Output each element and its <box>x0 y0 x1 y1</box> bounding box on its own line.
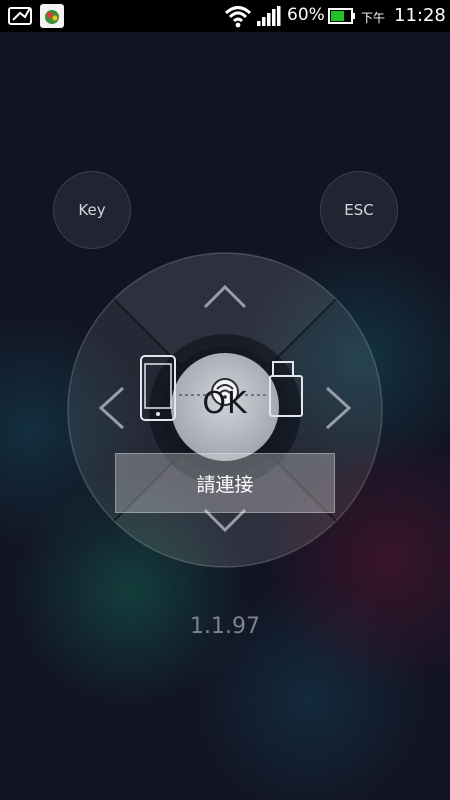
notification-app-icon <box>8 7 32 25</box>
connect-button[interactable]: 請連接 <box>115 453 335 513</box>
key-button-label: Key <box>78 201 106 219</box>
signal-icon <box>257 6 281 26</box>
wifi-icon <box>224 6 252 28</box>
battery-icon <box>328 8 355 24</box>
notification-app-icon-2 <box>40 4 64 28</box>
esc-button[interactable]: ESC <box>320 171 398 249</box>
clock: 11:28 <box>394 5 446 26</box>
key-button[interactable]: Key <box>53 171 131 249</box>
time-period: 下午 <box>361 11 386 25</box>
connect-label: 請連接 <box>196 473 254 496</box>
battery-percent: 60% <box>287 5 325 25</box>
esc-button-label: ESC <box>344 201 374 219</box>
status-bar: 60% 下午 11:28 <box>0 0 450 32</box>
version-label: 1.1.97 <box>190 614 260 639</box>
ok-label: OK <box>202 386 248 421</box>
